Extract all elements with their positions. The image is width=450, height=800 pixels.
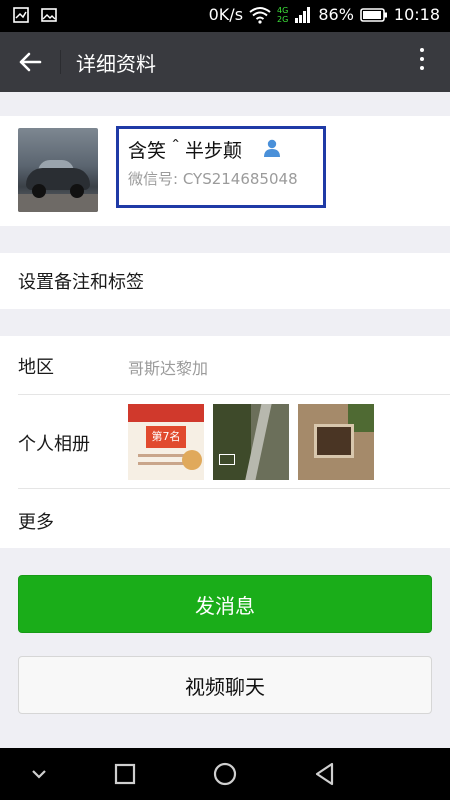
album-2-grass bbox=[213, 404, 251, 480]
more-options-button[interactable] bbox=[418, 48, 426, 76]
home-icon[interactable] bbox=[210, 760, 240, 788]
region-value: 哥斯达黎加 bbox=[128, 359, 209, 378]
nav-bar: 详细资料 bbox=[0, 32, 450, 92]
album-photo-1[interactable]: 第7名 bbox=[128, 404, 204, 480]
battery-icon bbox=[360, 7, 387, 22]
avatar-car-wheel bbox=[32, 184, 46, 198]
wechat-id: 微信号: CYS214685048 bbox=[128, 170, 298, 188]
more-label: 更多 bbox=[18, 512, 54, 533]
notification-icon bbox=[13, 7, 29, 23]
avatar-ground bbox=[18, 194, 98, 212]
back-nav-icon[interactable] bbox=[310, 760, 340, 788]
clock: 10:18 bbox=[393, 5, 440, 24]
divider bbox=[18, 394, 450, 395]
divider bbox=[18, 488, 450, 489]
gallery-icon bbox=[41, 8, 57, 22]
album-label: 个人相册 bbox=[18, 434, 90, 455]
region-label: 地区 bbox=[18, 357, 54, 378]
wifi-icon bbox=[249, 6, 271, 24]
album-1-stamp bbox=[182, 450, 202, 470]
send-message-button[interactable]: 发消息 bbox=[18, 575, 432, 633]
avatar[interactable] bbox=[18, 128, 98, 212]
album-3-pit bbox=[314, 424, 354, 458]
details-list: 地区 哥斯达黎加 个人相册 第7名 更多 bbox=[0, 336, 450, 548]
contact-person-icon bbox=[264, 139, 280, 157]
signal-icon bbox=[295, 6, 311, 23]
video-icon bbox=[219, 454, 235, 465]
album-1-banner bbox=[128, 404, 204, 422]
album-photo-3[interactable] bbox=[298, 404, 374, 480]
set-remark-label: 设置备注和标签 bbox=[18, 272, 144, 293]
nav-divider bbox=[60, 50, 61, 74]
more-dot-icon bbox=[420, 48, 424, 52]
network-type-labels: 4G 2G bbox=[277, 5, 289, 24]
recent-apps-icon[interactable] bbox=[110, 760, 140, 788]
android-nav-bar bbox=[0, 748, 450, 800]
avatar-car-wheel bbox=[70, 184, 84, 198]
album-1-badge: 第7名 bbox=[146, 426, 186, 448]
status-bar: 0K/s 4G 2G 86% 10:18 bbox=[0, 0, 450, 32]
back-button[interactable] bbox=[14, 46, 46, 78]
video-chat-button[interactable]: 视频聊天 bbox=[18, 656, 432, 714]
network-speed: 0K/s bbox=[208, 5, 244, 24]
more-dot-icon bbox=[420, 57, 424, 61]
profile-card: 含笑＾半步颠 微信号: CYS214685048 bbox=[0, 116, 450, 226]
nickname: 含笑＾半步颠 bbox=[128, 140, 243, 162]
album-photo-2[interactable] bbox=[213, 404, 289, 480]
hide-keyboard-icon[interactable] bbox=[24, 760, 54, 788]
battery-percent: 86% bbox=[318, 5, 354, 24]
page-title: 详细资料 bbox=[76, 52, 156, 76]
more-dot-icon bbox=[420, 66, 424, 70]
set-remark-row[interactable]: 设置备注和标签 bbox=[0, 253, 450, 309]
back-arrow-icon bbox=[19, 52, 42, 72]
